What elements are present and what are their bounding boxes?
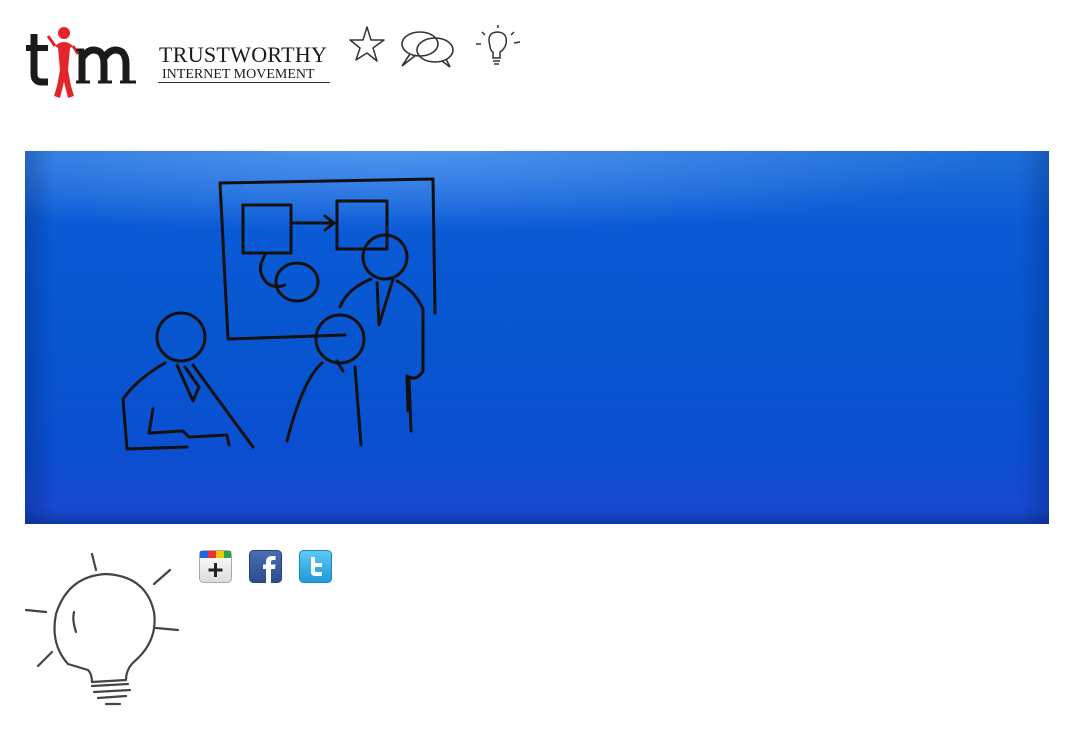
lightbulb-icon[interactable] — [474, 24, 522, 68]
chat-bubbles-icon[interactable] — [398, 24, 458, 70]
lightbulb-sketch — [24, 552, 180, 706]
twitter-share-button[interactable] — [299, 550, 332, 583]
logo-title: TRUSTWORTHY — [159, 42, 328, 67]
whiteboard-meeting-sketch — [121, 177, 437, 451]
tim-logo-mark — [26, 27, 136, 98]
site-logo-link[interactable]: TRUSTWORTHY INTERNET MOVEMENT — [24, 22, 334, 104]
hero-shadow-left — [25, 151, 55, 524]
google-plus-share-button[interactable] — [199, 550, 232, 583]
logo-subtitle: INTERNET MOVEMENT — [162, 67, 315, 82]
star-icon[interactable] — [348, 24, 386, 64]
google-plus-icon — [199, 550, 232, 583]
facebook-share-button[interactable] — [249, 550, 282, 583]
facebook-icon — [249, 550, 282, 583]
site-header: TRUSTWORTHY INTERNET MOVEMENT — [24, 22, 544, 104]
logo-underline — [158, 82, 330, 83]
page: TRUSTWORTHY INTERNET MOVEMENT — [0, 0, 1075, 750]
twitter-icon — [299, 550, 332, 583]
hero-shadow-right — [1019, 151, 1049, 524]
hero-banner — [25, 151, 1049, 524]
